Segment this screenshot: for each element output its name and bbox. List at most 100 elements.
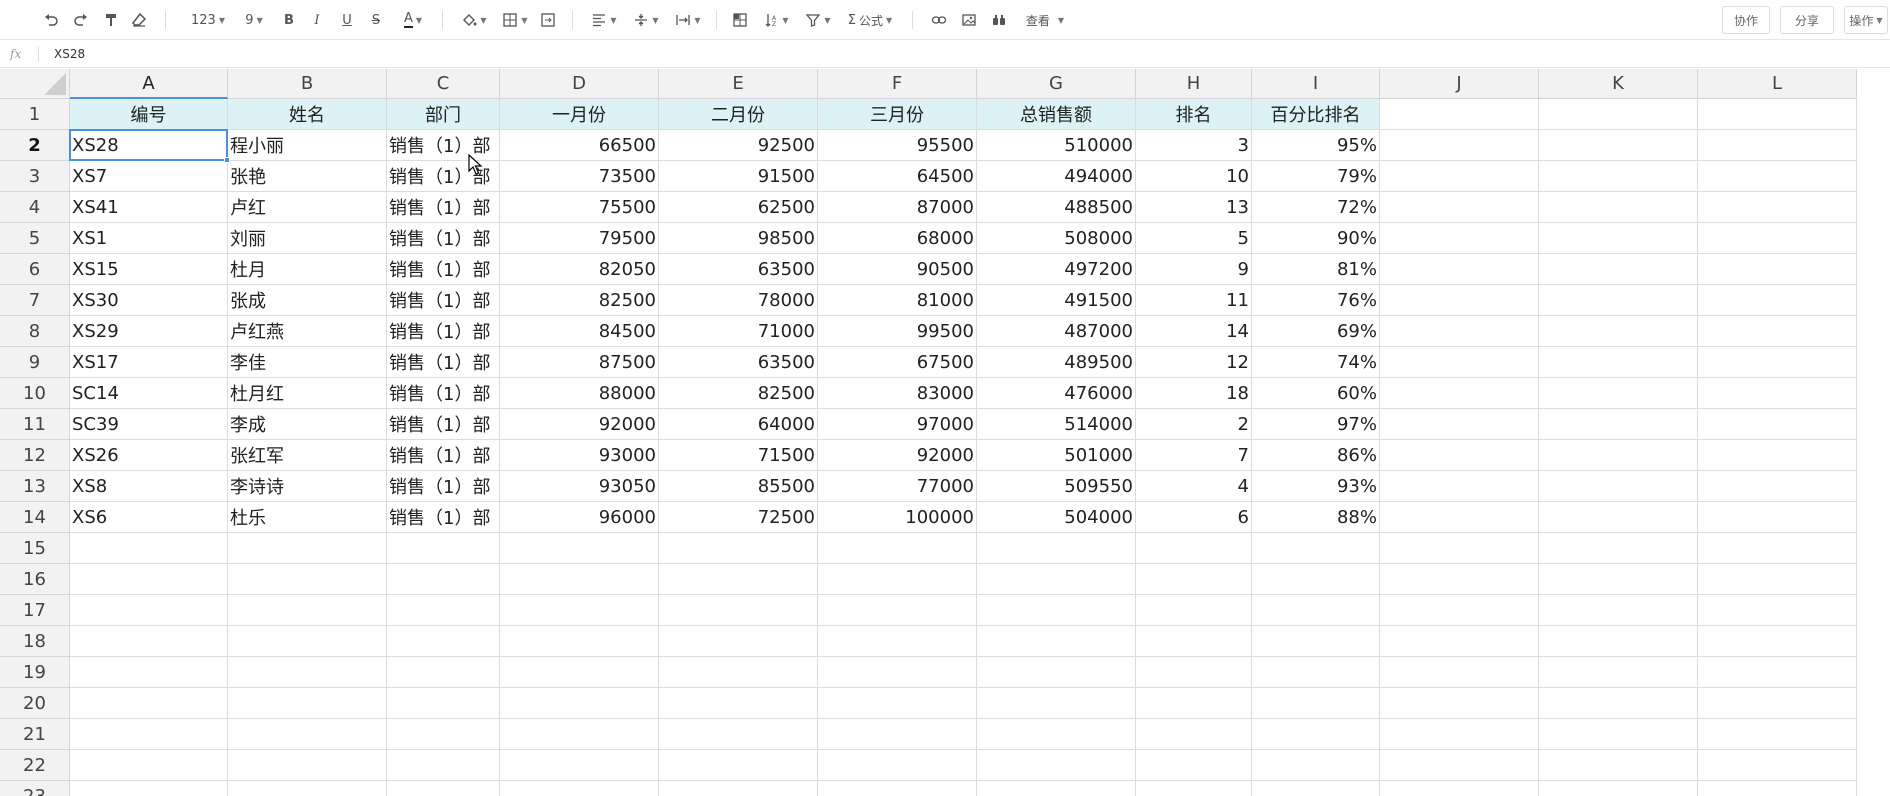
cell-b1[interactable]: 姓名: [228, 99, 387, 130]
cell-h23[interactable]: [1136, 781, 1252, 796]
cell-k4[interactable]: [1539, 192, 1698, 223]
cell-b17[interactable]: [228, 595, 387, 626]
cell-a9[interactable]: XS17: [70, 347, 228, 378]
cell-b23[interactable]: [228, 781, 387, 796]
sort-dropdown[interactable]: A Z ▼: [760, 8, 792, 32]
cell-h15[interactable]: [1136, 533, 1252, 564]
cell-j3[interactable]: [1380, 161, 1539, 192]
cell-l20[interactable]: [1698, 688, 1857, 719]
column-header-g[interactable]: G: [977, 69, 1136, 99]
cell-d17[interactable]: [500, 595, 659, 626]
cell-d19[interactable]: [500, 657, 659, 688]
column-header-c[interactable]: C: [387, 69, 500, 99]
cell-c4[interactable]: 销售（1）部: [387, 192, 500, 223]
cell-c15[interactable]: [387, 533, 500, 564]
cell-h22[interactable]: [1136, 750, 1252, 781]
select-all-corner[interactable]: [0, 69, 70, 99]
cell-f3[interactable]: 64500: [818, 161, 977, 192]
cell-e17[interactable]: [659, 595, 818, 626]
collaborate-button[interactable]: 协作: [1722, 6, 1770, 34]
cell-c16[interactable]: [387, 564, 500, 595]
cell-e1[interactable]: 二月份: [659, 99, 818, 130]
cell-l7[interactable]: [1698, 285, 1857, 316]
cell-a17[interactable]: [70, 595, 228, 626]
cell-e9[interactable]: 63500: [659, 347, 818, 378]
cell-d5[interactable]: 79500: [500, 223, 659, 254]
cell-b21[interactable]: [228, 719, 387, 750]
cell-b4[interactable]: 卢红: [228, 192, 387, 223]
clear-format-icon[interactable]: [128, 8, 150, 32]
cell-l3[interactable]: [1698, 161, 1857, 192]
cell-a21[interactable]: [70, 719, 228, 750]
cell-i23[interactable]: [1252, 781, 1380, 796]
cell-d14[interactable]: 96000: [500, 502, 659, 533]
cell-e16[interactable]: [659, 564, 818, 595]
row-header-13[interactable]: 13: [0, 471, 70, 502]
cell-l17[interactable]: [1698, 595, 1857, 626]
cell-b14[interactable]: 杜乐: [228, 502, 387, 533]
cell-d7[interactable]: 82500: [500, 285, 659, 316]
cell-c7[interactable]: 销售（1）部: [387, 285, 500, 316]
cell-d11[interactable]: 92000: [500, 409, 659, 440]
cell-h19[interactable]: [1136, 657, 1252, 688]
row-header-14[interactable]: 14: [0, 502, 70, 533]
cell-c5[interactable]: 销售（1）部: [387, 223, 500, 254]
cell-i12[interactable]: 86%: [1252, 440, 1380, 471]
cell-d13[interactable]: 93050: [500, 471, 659, 502]
formula-dropdown[interactable]: Σ 公式 ▼: [842, 8, 898, 32]
cell-i3[interactable]: 79%: [1252, 161, 1380, 192]
cell-b7[interactable]: 张成: [228, 285, 387, 316]
cell-i20[interactable]: [1252, 688, 1380, 719]
cell-h4[interactable]: 13: [1136, 192, 1252, 223]
cell-j2[interactable]: [1380, 130, 1539, 161]
cell-b10[interactable]: 杜月红: [228, 378, 387, 409]
cell-e4[interactable]: 62500: [659, 192, 818, 223]
cell-e2[interactable]: 92500: [659, 130, 818, 161]
cell-k10[interactable]: [1539, 378, 1698, 409]
cell-g12[interactable]: 501000: [977, 440, 1136, 471]
cell-j7[interactable]: [1380, 285, 1539, 316]
row-header-20[interactable]: 20: [0, 688, 70, 719]
cell-c10[interactable]: 销售（1）部: [387, 378, 500, 409]
cell-g4[interactable]: 488500: [977, 192, 1136, 223]
cell-f12[interactable]: 92000: [818, 440, 977, 471]
column-header-i[interactable]: I: [1252, 69, 1380, 99]
cell-f2[interactable]: 95500: [818, 130, 977, 161]
horizontal-align-dropdown[interactable]: ▼: [588, 8, 620, 32]
cell-j4[interactable]: [1380, 192, 1539, 223]
cell-j6[interactable]: [1380, 254, 1539, 285]
cell-e23[interactable]: [659, 781, 818, 796]
cell-h3[interactable]: 10: [1136, 161, 1252, 192]
cell-h12[interactable]: 7: [1136, 440, 1252, 471]
cell-f18[interactable]: [818, 626, 977, 657]
cell-i8[interactable]: 69%: [1252, 316, 1380, 347]
cell-a12[interactable]: XS26: [70, 440, 228, 471]
column-header-k[interactable]: K: [1539, 69, 1698, 99]
cell-k21[interactable]: [1539, 719, 1698, 750]
font-color-dropdown[interactable]: A ▼: [398, 8, 428, 32]
row-header-23[interactable]: 23: [0, 781, 70, 796]
cell-g8[interactable]: 487000: [977, 316, 1136, 347]
cell-e10[interactable]: 82500: [659, 378, 818, 409]
cell-g20[interactable]: [977, 688, 1136, 719]
cell-b11[interactable]: 李成: [228, 409, 387, 440]
cell-e3[interactable]: 91500: [659, 161, 818, 192]
cell-i5[interactable]: 90%: [1252, 223, 1380, 254]
cell-k13[interactable]: [1539, 471, 1698, 502]
cell-e11[interactable]: 64000: [659, 409, 818, 440]
cell-i13[interactable]: 93%: [1252, 471, 1380, 502]
column-header-a[interactable]: A: [70, 69, 228, 99]
cell-h16[interactable]: [1136, 564, 1252, 595]
cell-l16[interactable]: [1698, 564, 1857, 595]
cell-i21[interactable]: [1252, 719, 1380, 750]
cell-f17[interactable]: [818, 595, 977, 626]
cell-b8[interactable]: 卢红燕: [228, 316, 387, 347]
cell-h17[interactable]: [1136, 595, 1252, 626]
number-format-dropdown[interactable]: 123 ▼: [188, 8, 228, 32]
cell-e20[interactable]: [659, 688, 818, 719]
cell-a8[interactable]: XS29: [70, 316, 228, 347]
cell-i17[interactable]: [1252, 595, 1380, 626]
cell-f15[interactable]: [818, 533, 977, 564]
row-header-5[interactable]: 5: [0, 223, 70, 254]
cell-a22[interactable]: [70, 750, 228, 781]
